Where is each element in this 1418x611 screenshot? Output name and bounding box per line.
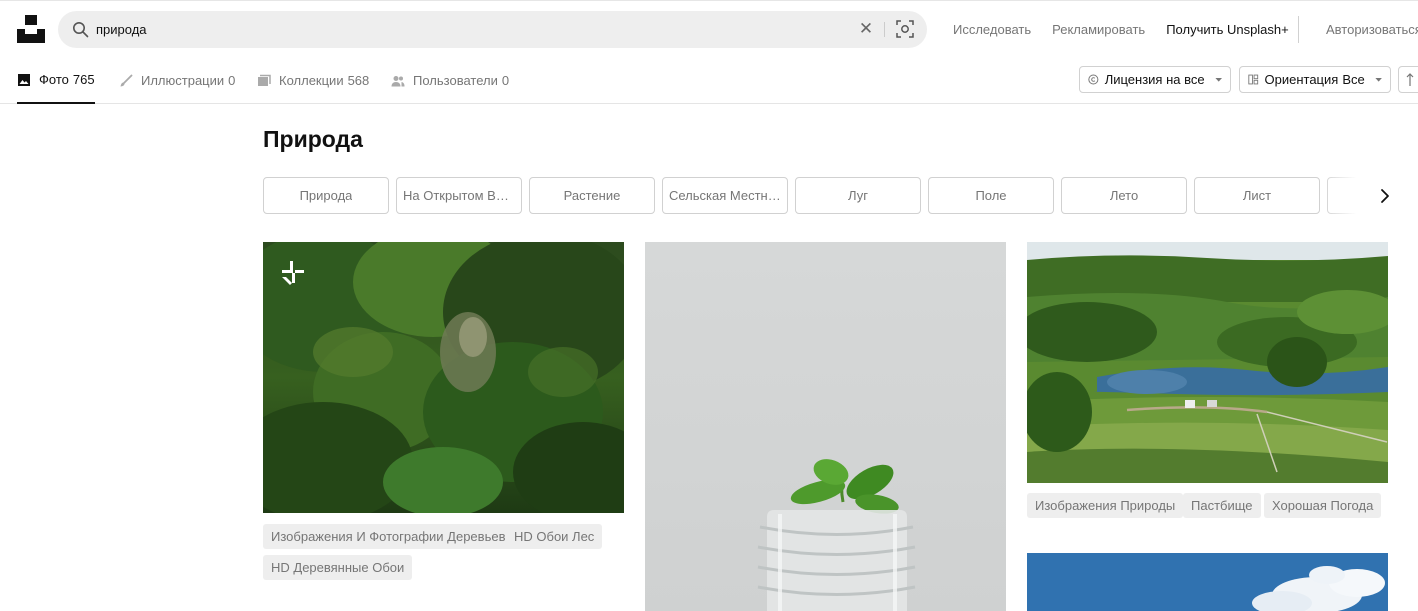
nav-advertise-link[interactable]: Рекламировать	[1052, 22, 1145, 37]
copyright-icon	[1088, 74, 1099, 85]
sprout-image	[645, 242, 1006, 611]
search-bar: ✕	[58, 11, 927, 48]
related-chip[interactable]: Природа	[263, 177, 389, 214]
license-filter-label: Лицензия на все	[1104, 72, 1205, 87]
collections-icon	[258, 74, 271, 86]
forest-image	[263, 242, 624, 513]
orientation-filter-value: Все	[1342, 72, 1365, 87]
orientation-filter-prefix: Ориентация	[1264, 72, 1339, 87]
photo-tag[interactable]: Хорошая Погода	[1264, 493, 1382, 518]
visual-search-icon[interactable]	[896, 20, 914, 38]
photo-forest[interactable]	[263, 242, 624, 513]
tab-users[interactable]: Пользователи 0	[391, 57, 509, 104]
tab-users-count: 0	[501, 73, 510, 88]
chevron-down-icon	[1215, 77, 1222, 82]
top-bar: ✕ Исследовать Рекламировать Получить Uns…	[0, 0, 1418, 57]
photo-tag[interactable]: Изображения Природы	[1027, 493, 1184, 518]
photo-sprout[interactable]	[645, 242, 1006, 611]
orientation-icon	[1248, 74, 1259, 85]
unsplash-logo[interactable]	[17, 15, 45, 43]
photo-tag[interactable]: Пастбище	[1183, 493, 1261, 518]
search-icon[interactable]	[72, 21, 89, 38]
users-icon	[391, 75, 405, 86]
tab-users-label: Пользователи	[413, 73, 498, 88]
sort-icon	[1406, 72, 1414, 86]
search-divider	[884, 22, 885, 37]
related-chip[interactable]: Растение	[529, 177, 655, 214]
login-link[interactable]: Авторизоваться	[1326, 22, 1418, 37]
more-filter-dropdown[interactable]	[1398, 66, 1418, 93]
page-title: Природа	[263, 126, 363, 152]
search-tabs-bar: Фото 765 Иллюстрации 0 Коллекции 568 Пол…	[0, 57, 1418, 104]
photo-tag[interactable]: HD Обои Лес	[506, 524, 603, 549]
chips-fade	[1323, 177, 1371, 215]
related-chip[interactable]: Сельская Местность	[662, 177, 788, 214]
tab-collections-label: Коллекции	[279, 73, 344, 88]
photo-valley[interactable]	[1027, 242, 1388, 483]
related-chip[interactable]: Поле	[928, 177, 1054, 214]
license-filter-dropdown[interactable]: Лицензия на все	[1079, 66, 1231, 93]
related-chip[interactable]: Луг	[795, 177, 921, 214]
related-chip[interactable]: На Открытом Воздухе	[396, 177, 522, 214]
chevron-down-icon	[1375, 77, 1382, 82]
photo-tag[interactable]: HD Деревянные Обои	[263, 555, 413, 580]
tab-illustrations-count: 0	[228, 73, 236, 88]
orientation-filter-dropdown[interactable]: Ориентация Все	[1239, 66, 1391, 93]
photo-tag[interactable]: Изображения И Фотографии Деревьев	[263, 524, 514, 549]
tab-photos[interactable]: Фото 765	[17, 57, 95, 104]
sky-image	[1027, 553, 1388, 611]
tab-photos-label: Фото	[39, 72, 69, 87]
tab-illustrations-label: Иллюстрации	[141, 73, 225, 88]
brush-icon	[120, 74, 133, 86]
nav-divider	[1298, 16, 1299, 43]
search-input[interactable]	[96, 11, 836, 48]
related-chip[interactable]: Лист	[1194, 177, 1320, 214]
tab-collections[interactable]: Коллекции 568	[257, 57, 369, 104]
valley-image	[1027, 242, 1388, 483]
top-nav: Исследовать Рекламировать Получить Unspl…	[953, 1, 1310, 58]
related-chip[interactable]: Лето	[1061, 177, 1187, 214]
chevron-right-icon[interactable]	[1374, 185, 1396, 207]
clear-search-icon[interactable]: ✕	[856, 19, 876, 39]
unsplash-plus-icon	[282, 261, 304, 285]
related-searches: Природа На Открытом Воздухе Растение Сел…	[263, 177, 1363, 215]
tab-collections-count: 568	[347, 73, 370, 88]
photo-icon	[18, 73, 30, 86]
photo-sky[interactable]	[1027, 553, 1388, 611]
nav-explore-link[interactable]: Исследовать	[953, 22, 1031, 37]
tab-photos-count: 765	[72, 72, 95, 87]
tab-illustrations[interactable]: Иллюстрации 0	[119, 57, 235, 104]
get-unsplash-plus-link[interactable]: Получить Unsplash+	[1166, 22, 1289, 37]
